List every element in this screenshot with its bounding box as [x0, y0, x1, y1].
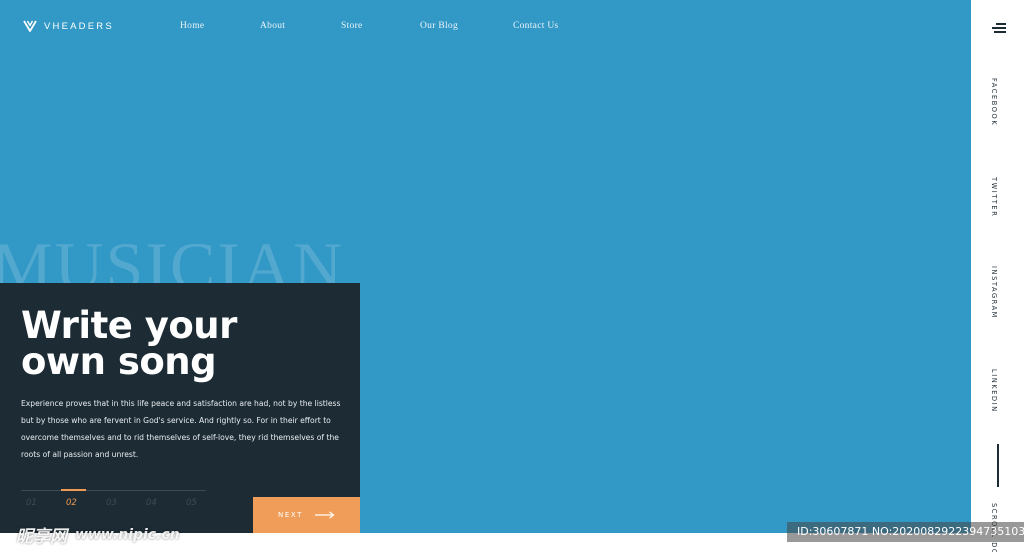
- hamburger-menu-icon[interactable]: [992, 23, 1006, 33]
- nav-item-contact-us[interactable]: Contact Us: [513, 21, 558, 31]
- pager-active-indicator: [61, 489, 86, 491]
- nav-item-store[interactable]: Store: [341, 21, 363, 31]
- pager-item-02-active[interactable]: 02: [66, 498, 77, 508]
- slide-pager: 01 02 03 04 05: [21, 489, 206, 510]
- hero-section: VHEADERS Home About Store Our Blog Conta…: [0, 0, 971, 533]
- next-button[interactable]: NEXT: [253, 497, 360, 533]
- main-nav: Home About Store Our Blog Contact Us: [0, 21, 971, 35]
- nav-item-about[interactable]: About: [260, 21, 285, 31]
- hero-body-text: Experience proves that in this life peac…: [21, 399, 341, 459]
- nav-item-home[interactable]: Home: [180, 21, 204, 31]
- right-rail: FACEBOOK TWITTER INSTAGRAM LINKEDIN SCRO…: [971, 0, 1024, 552]
- pager-item-01[interactable]: 01: [26, 498, 37, 508]
- arrow-right-icon: [315, 511, 335, 519]
- scroll-indicator-line: [997, 444, 999, 487]
- social-link-twitter[interactable]: TWITTER: [990, 177, 998, 217]
- watermark-id: ID:30607871 NO:20200829223947351036: [787, 522, 1024, 542]
- watermark-left: 昵享网 www.nipic.cn: [16, 522, 180, 548]
- nav-item-our-blog[interactable]: Our Blog: [420, 21, 458, 31]
- social-link-linkedin[interactable]: LINKEDIN: [990, 369, 998, 413]
- pager-item-04[interactable]: 04: [146, 498, 157, 508]
- next-button-label: NEXT: [277, 511, 303, 519]
- watermark-brand: 昵享网: [16, 527, 67, 547]
- hero-headline: Write your own song: [21, 304, 341, 383]
- social-link-facebook[interactable]: FACEBOOK: [990, 78, 998, 126]
- headline-line-2: own song: [21, 340, 217, 383]
- pager-track: [21, 490, 206, 491]
- hero-card: Write your own song Experience proves th…: [0, 283, 360, 533]
- pager-item-05[interactable]: 05: [186, 498, 197, 508]
- page: VHEADERS Home About Store Our Blog Conta…: [0, 0, 1024, 552]
- social-link-instagram[interactable]: INSTAGRAM: [990, 266, 998, 319]
- watermark-url: www.nipic.cn: [75, 526, 180, 543]
- pager-item-03[interactable]: 03: [106, 498, 117, 508]
- headline-line-1: Write your: [21, 304, 237, 347]
